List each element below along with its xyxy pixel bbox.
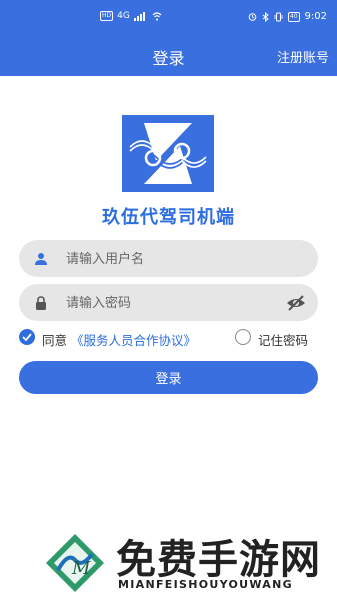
watermark-subtitle: MIANFEISHOUYOUWANG — [118, 578, 293, 591]
watermark-logo: M — [46, 534, 104, 592]
app-logo-mark — [127, 123, 209, 184]
svg-text:M: M — [71, 558, 91, 579]
password-field[interactable] — [19, 284, 318, 323]
lock-icon — [36, 296, 46, 310]
agreement-row: 同意 《服务人员合作协议》 记住密码 — [19, 329, 319, 349]
clock: 9:02 — [304, 11, 327, 22]
username-input[interactable] — [64, 240, 288, 279]
watermark-title: 免费手游网 — [116, 536, 321, 583]
status-left: HD 4G — [100, 11, 162, 21]
username-field[interactable] — [19, 240, 318, 279]
remember-password-label[interactable]: 记住密码 — [258, 330, 308, 349]
check-icon — [22, 333, 32, 342]
register-account-link[interactable]: 注册账号 — [277, 47, 329, 66]
app-logo — [122, 115, 214, 192]
agree-label: 同意 — [42, 333, 68, 348]
agree-checkbox[interactable] — [19, 329, 35, 345]
signal-icon — [133, 11, 145, 21]
wifi-icon — [152, 11, 162, 20]
bluetooth-icon — [262, 11, 269, 22]
app-name: 玖伍代驾司机端 — [102, 207, 235, 228]
network-type: 4G — [117, 11, 130, 21]
eye-off-icon[interactable] — [286, 293, 306, 313]
login-button[interactable]: 登录 — [19, 361, 318, 394]
status-bar: HD 4G 40 9:02 — [0, 0, 337, 34]
agreement-link[interactable]: 《服务人员合作协议》 — [71, 330, 196, 349]
password-input[interactable] — [64, 284, 288, 323]
alarm-icon — [248, 13, 257, 21]
status-right: 40 9:02 — [248, 11, 327, 22]
hd-badge: HD — [100, 11, 114, 21]
vibrate-icon — [274, 12, 283, 21]
user-icon — [35, 253, 47, 265]
battery-icon: 40 — [287, 11, 300, 22]
remember-password-checkbox[interactable] — [235, 329, 251, 345]
nav-bar: 登录 注册账号 — [0, 34, 337, 76]
